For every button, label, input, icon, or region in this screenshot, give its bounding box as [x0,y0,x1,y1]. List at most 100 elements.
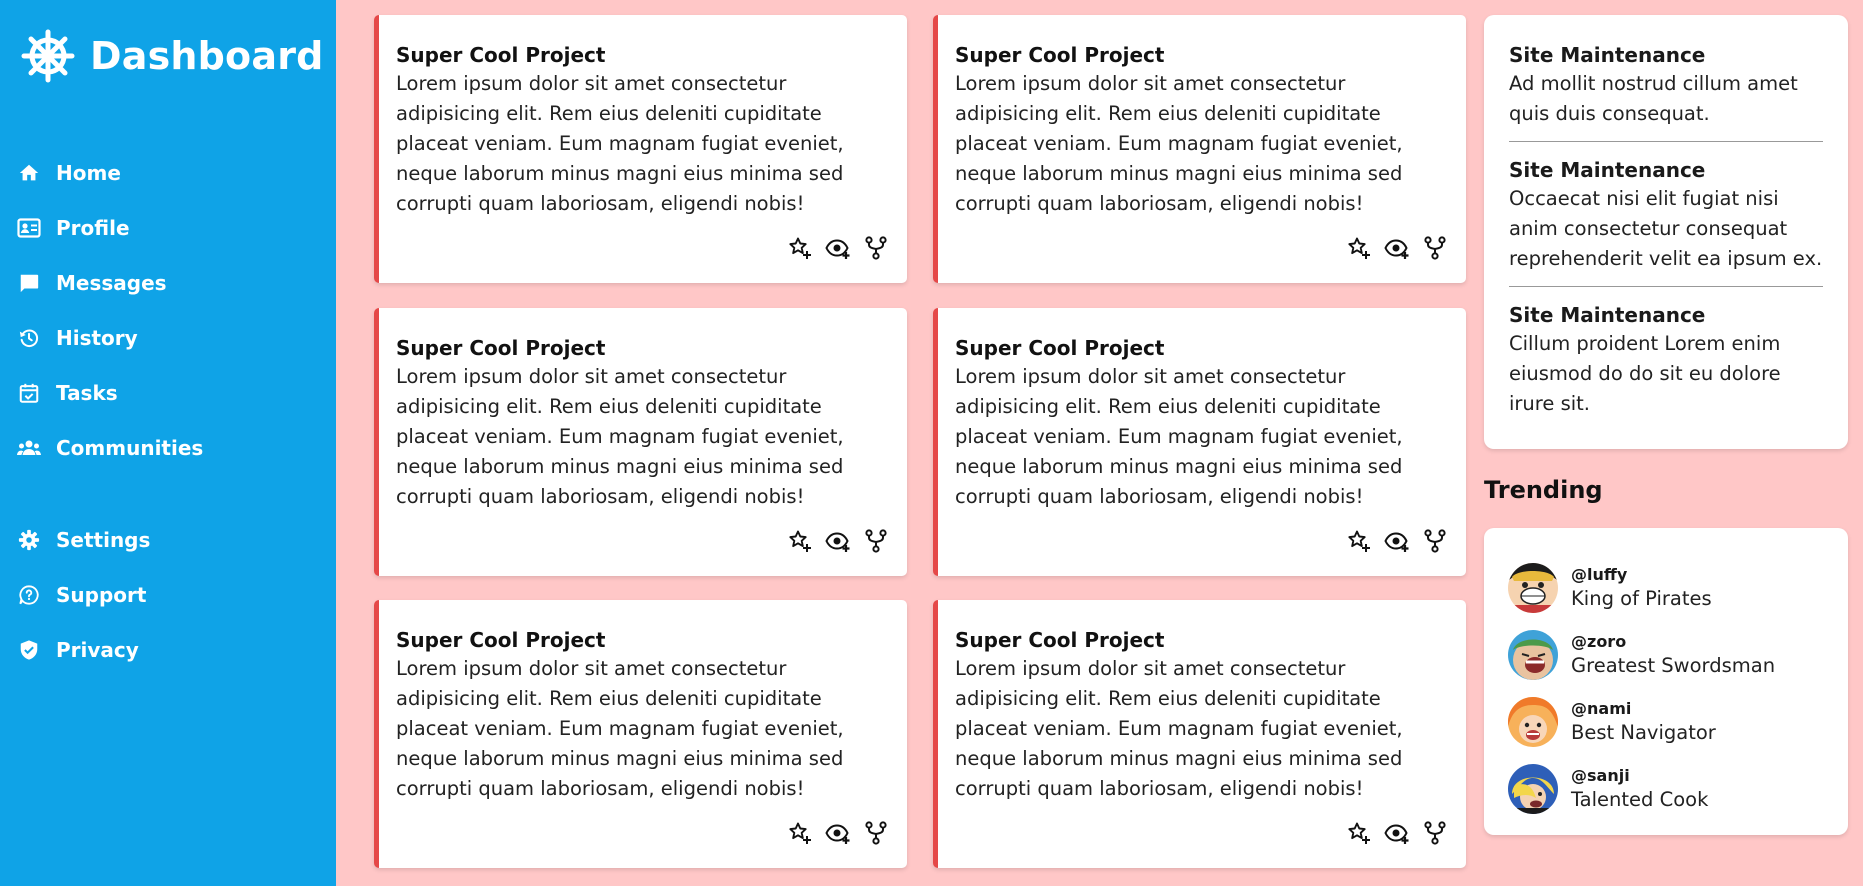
sidebar-item-label: Profile [56,215,130,240]
main-nav: Home Profile Messages History Tasks Comm… [16,145,203,475]
fork-icon[interactable] [1422,820,1448,846]
project-actions [787,820,889,846]
sidebar-item-history[interactable]: History [16,310,203,365]
sidebar-item-communities[interactable]: Communities [16,420,203,475]
eye-plus-icon[interactable] [1384,235,1410,261]
star-plus-icon[interactable] [787,820,813,846]
trending-handle: @zoro [1571,631,1627,651]
project-description: Lorem ipsum dolor sit amet consectetur a… [396,657,844,800]
fork-icon[interactable] [1422,528,1448,554]
id-card-icon [16,215,42,241]
trending-caption: Best Navigator [1571,720,1716,744]
fork-icon[interactable] [863,820,889,846]
eye-plus-icon[interactable] [1384,820,1410,846]
trending-user-luffy[interactable]: @luffy King of Pirates [1508,554,1824,621]
trending-handle: @nami [1571,698,1632,718]
announcement[interactable]: Site Maintenance Occaecat nisi elit fugi… [1509,141,1823,286]
shield-icon [16,637,42,663]
announcement-title: Site Maintenance [1509,43,1706,67]
sidebar-item-tasks[interactable]: Tasks [16,365,203,420]
fork-icon[interactable] [863,235,889,261]
sidebar-item-label: Privacy [56,637,139,662]
project-card[interactable]: Super Cool Project Lorem ipsum dolor sit … [933,308,1466,576]
sidebar-item-label: Messages [56,270,167,295]
trending-handle: @luffy [1571,564,1628,584]
star-plus-icon[interactable] [787,528,813,554]
history-icon [16,325,42,351]
announcement-body: Occaecat nisi elit fugiat nisi anim cons… [1509,187,1823,270]
star-plus-icon[interactable] [1346,235,1372,261]
sidebar-item-label: Settings [56,527,151,552]
brand-title: Dashboard [90,34,324,78]
help-icon [16,582,42,608]
announcement[interactable]: Site Maintenance Ad mollit nostrud cillu… [1509,41,1823,141]
fork-icon[interactable] [863,528,889,554]
eye-plus-icon[interactable] [825,235,851,261]
sidebar-item-label: Home [56,160,121,185]
announcement-title: Site Maintenance [1509,158,1706,182]
star-plus-icon[interactable] [1346,528,1372,554]
sidebar-item-profile[interactable]: Profile [16,200,203,255]
secondary-nav: Settings Support Privacy [16,512,150,677]
trending-heading: Trending [1484,476,1603,504]
announcements-panel: Site Maintenance Ad mollit nostrud cillu… [1484,15,1848,449]
project-title: Super Cool Project [396,336,606,360]
project-actions [787,235,889,261]
project-title: Super Cool Project [955,43,1165,67]
trending-caption: Greatest Swordsman [1571,653,1776,677]
group-icon [16,435,42,461]
sidebar-item-home[interactable]: Home [16,145,203,200]
announcement[interactable]: Site Maintenance Cillum proident Lorem e… [1509,286,1823,431]
announcement-title: Site Maintenance [1509,303,1706,327]
project-actions [1346,235,1448,261]
eye-plus-icon[interactable] [1384,528,1410,554]
eye-plus-icon[interactable] [825,820,851,846]
zoro-avatar[interactable] [1508,629,1558,680]
luffy-avatar[interactable] [1508,562,1558,613]
trending-user-sanji[interactable]: @sanji Talented Cook [1508,755,1824,822]
trending-user-nami[interactable]: @nami Best Navigator [1508,688,1824,755]
brand[interactable]: Dashboard [18,28,324,84]
project-actions [1346,820,1448,846]
project-title: Super Cool Project [396,43,606,67]
project-title: Super Cool Project [396,628,606,652]
sidebar-item-privacy[interactable]: Privacy [16,622,150,677]
sidebar-item-label: Tasks [56,380,118,405]
calendar-check-icon [16,380,42,406]
home-icon [16,160,42,186]
project-title: Super Cool Project [955,628,1165,652]
star-plus-icon[interactable] [1346,820,1372,846]
star-plus-icon[interactable] [787,235,813,261]
nami-avatar[interactable] [1508,696,1558,747]
project-actions [1346,528,1448,554]
project-card[interactable]: Super Cool Project Lorem ipsum dolor sit … [374,15,907,283]
chat-icon [16,270,42,296]
project-description: Lorem ipsum dolor sit amet consectetur a… [955,657,1403,800]
announcement-body: Ad mollit nostrud cillum amet quis duis … [1509,72,1798,125]
sidebar-item-settings[interactable]: Settings [16,512,150,567]
sanji-avatar[interactable] [1508,763,1558,814]
project-card[interactable]: Super Cool Project Lorem ipsum dolor sit … [933,15,1466,283]
project-title: Super Cool Project [955,336,1165,360]
sidebar: Dashboard Home Profile Messages History [0,0,336,886]
project-card[interactable]: Super Cool Project Lorem ipsum dolor sit … [933,600,1466,868]
sidebar-item-messages[interactable]: Messages [16,255,203,310]
fork-icon[interactable] [1422,235,1448,261]
gear-icon [16,527,42,553]
project-description: Lorem ipsum dolor sit amet consectetur a… [396,72,844,215]
eye-plus-icon[interactable] [825,528,851,554]
project-card[interactable]: Super Cool Project Lorem ipsum dolor sit … [374,308,907,576]
sidebar-item-support[interactable]: Support [16,567,150,622]
sidebar-item-label: Support [56,582,147,607]
project-description: Lorem ipsum dolor sit amet consectetur a… [955,72,1403,215]
trending-panel: @luffy King of Pirates @zoro Greatest Sw… [1484,528,1848,835]
trending-user-zoro[interactable]: @zoro Greatest Swordsman [1508,621,1824,688]
project-description: Lorem ipsum dolor sit amet consectetur a… [396,365,844,508]
trending-caption: King of Pirates [1571,586,1712,610]
sidebar-item-label: History [56,325,138,350]
trending-caption: Talented Cook [1571,787,1709,811]
ship-wheel-icon [18,28,78,84]
project-description: Lorem ipsum dolor sit amet consectetur a… [955,365,1403,508]
sidebar-item-label: Communities [56,435,204,460]
project-card[interactable]: Super Cool Project Lorem ipsum dolor sit … [374,600,907,868]
